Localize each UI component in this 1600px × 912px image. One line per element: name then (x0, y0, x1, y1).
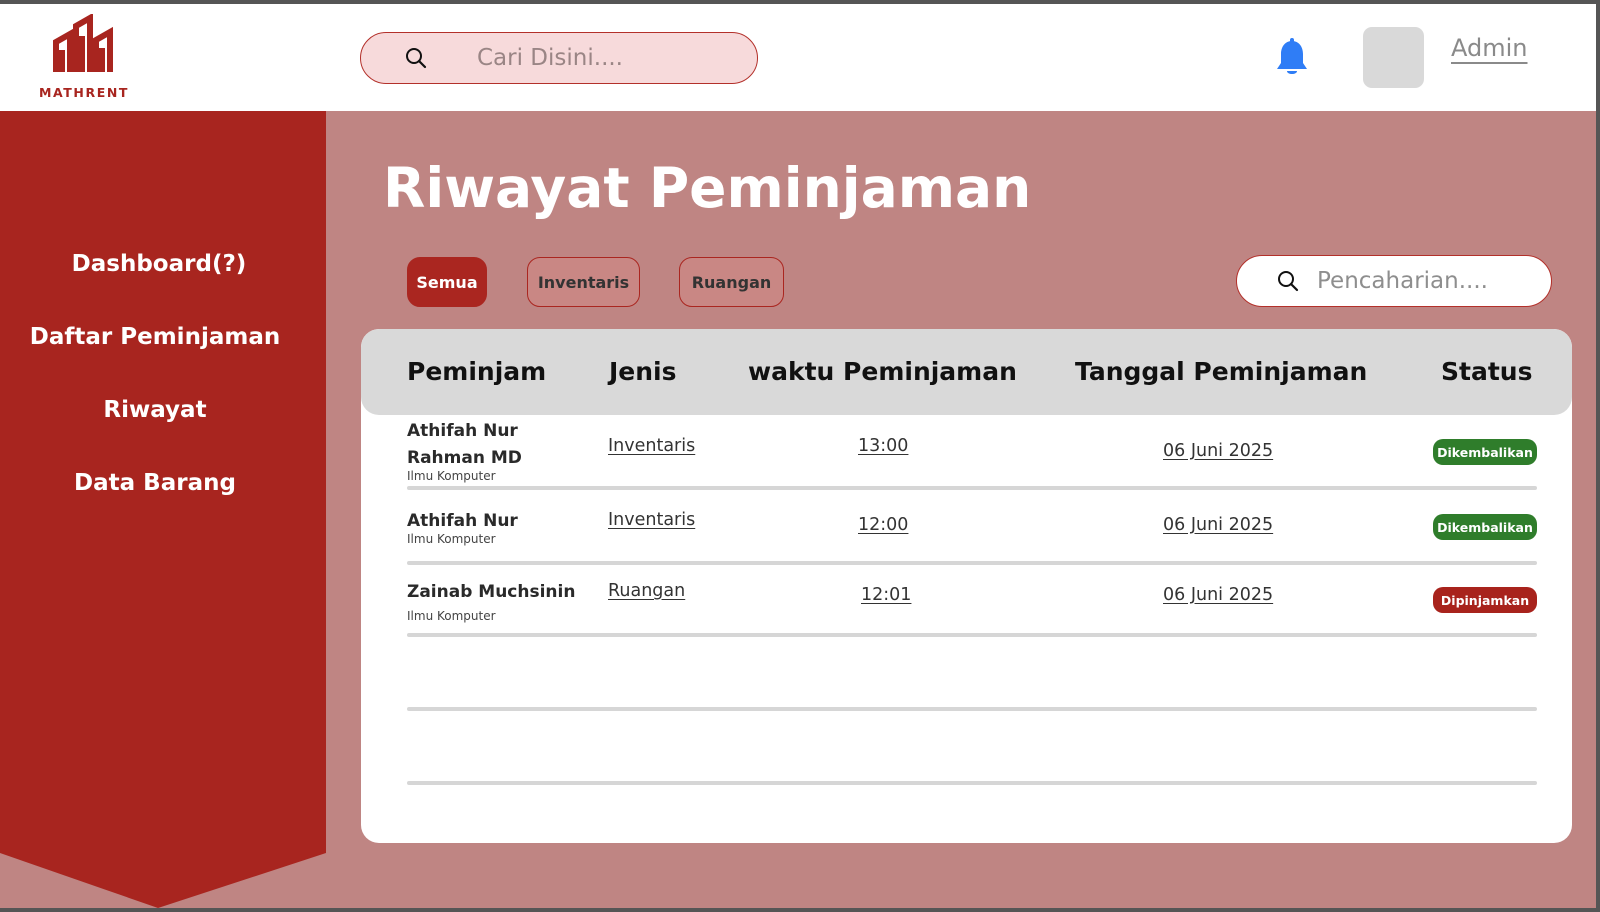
filter-chip-ruangan[interactable]: Ruangan (679, 257, 784, 307)
column-header-jenis: Jenis (609, 357, 677, 386)
bell-icon[interactable] (1273, 38, 1311, 78)
top-search-input[interactable] (477, 43, 737, 73)
jenis-link[interactable]: Inventaris (608, 436, 695, 456)
sidebar-item-dashboard[interactable]: Dashboard(?) (4, 251, 314, 277)
history-search-input[interactable] (1317, 266, 1537, 296)
search-icon (406, 48, 427, 69)
borrower-dept: Ilmu Komputer (407, 532, 496, 546)
sidebar-item-daftar-peminjaman[interactable]: Daftar Peminjaman (0, 324, 310, 350)
admin-user-link[interactable]: Admin (1451, 34, 1528, 62)
borrower-name: Athifah Nur (407, 511, 518, 531)
waktu-link[interactable]: 12:00 (858, 515, 908, 535)
logo[interactable]: MATHRENT (38, 14, 130, 100)
waktu-link[interactable]: 13:00 (858, 436, 908, 456)
column-header-waktu: waktu Peminjaman (748, 357, 1017, 386)
table-header: Peminjam Jenis waktu Peminjaman Tanggal … (361, 329, 1572, 415)
borrower-name: Athifah Nur (407, 421, 518, 441)
borrower-name: Zainab Muchsinin (407, 582, 576, 602)
sidebar-item-riwayat[interactable]: Riwayat (0, 397, 310, 423)
mathrent-logo-icon (53, 14, 113, 72)
status-badge: Dikembalikan (1433, 514, 1537, 540)
empty-row-divider (407, 781, 1537, 785)
history-table: Peminjam Jenis waktu Peminjaman Tanggal … (361, 329, 1572, 843)
status-badge: Dipinjamkan (1433, 587, 1537, 613)
row-divider (407, 633, 1537, 637)
empty-row-divider (407, 707, 1537, 711)
page-title: Riwayat Peminjaman (383, 156, 1032, 220)
jenis-link[interactable]: Ruangan (608, 581, 685, 601)
borrower-dept: Ilmu Komputer (407, 609, 496, 623)
borrower-dept: Ilmu Komputer (407, 469, 496, 483)
column-header-status: Status (1441, 357, 1533, 386)
tanggal-link[interactable]: 06 Juni 2025 (1163, 515, 1273, 535)
borrower-name-cont: Rahman MD (407, 448, 522, 468)
column-header-tanggal: Tanggal Peminjaman (1075, 357, 1368, 386)
avatar[interactable] (1363, 27, 1424, 88)
tanggal-link[interactable]: 06 Juni 2025 (1163, 441, 1273, 461)
waktu-link[interactable]: 12:01 (861, 585, 911, 605)
tanggal-link[interactable]: 06 Juni 2025 (1163, 585, 1273, 605)
logo-text: MATHRENT (38, 85, 130, 100)
filter-chip-semua[interactable]: Semua (407, 257, 487, 307)
status-badge: Dikembalikan (1433, 439, 1537, 465)
jenis-link[interactable]: Inventaris (608, 510, 695, 530)
top-bar: MATHRENT Admin (0, 4, 1596, 111)
row-divider (407, 561, 1537, 565)
history-search-bar[interactable] (1236, 255, 1552, 307)
filter-chip-inventaris[interactable]: Inventaris (527, 257, 640, 307)
app-window: MATHRENT Admin Dashboard(?) Daftar Pemin… (0, 4, 1596, 908)
search-icon (1278, 271, 1299, 292)
row-divider (407, 486, 1537, 490)
sidebar-background (0, 111, 326, 908)
column-header-peminjam: Peminjam (407, 357, 547, 386)
sidebar: Dashboard(?) Daftar Peminjaman Riwayat D… (0, 111, 326, 908)
sidebar-item-data-barang[interactable]: Data Barang (0, 470, 310, 496)
top-search-bar[interactable] (360, 32, 758, 84)
